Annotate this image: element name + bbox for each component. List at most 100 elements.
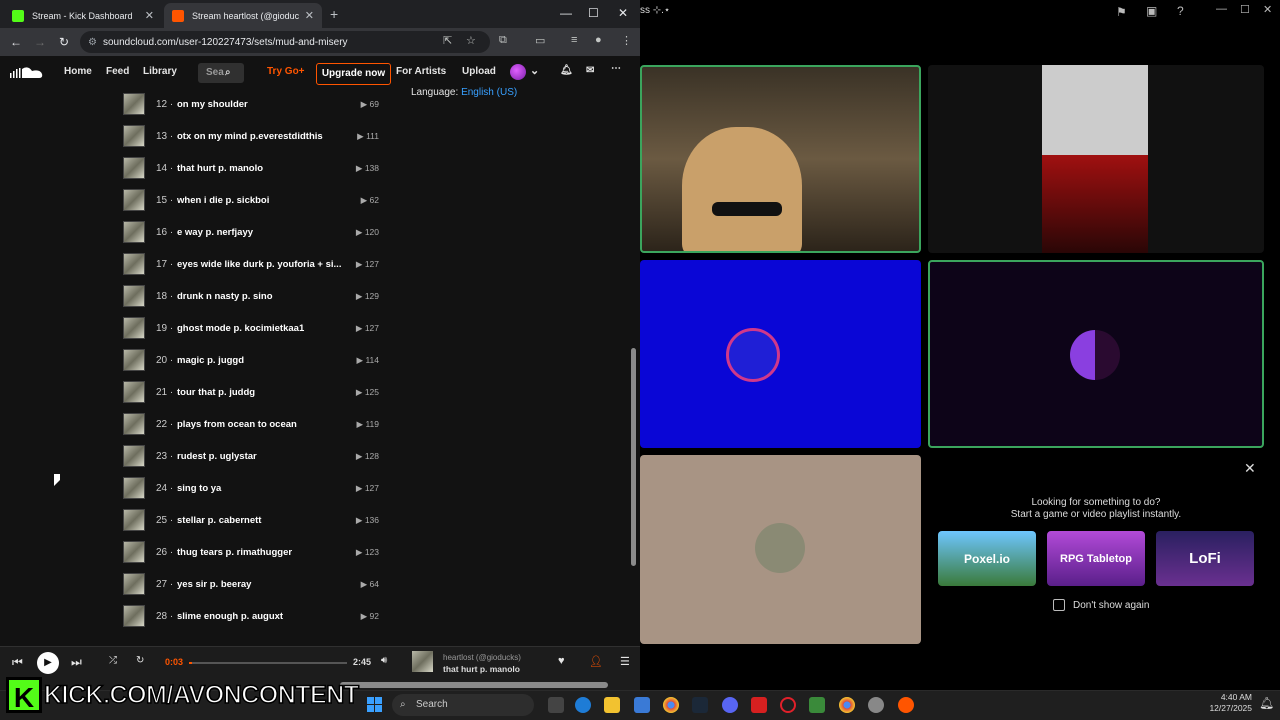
close-window-icon[interactable]: ✕ [618,6,628,20]
track-artwork[interactable] [123,285,145,307]
steam-icon[interactable] [692,697,708,713]
close-icon[interactable]: ✕ [305,9,314,22]
video-tile-avatar-purple[interactable] [928,260,1264,448]
back-icon[interactable]: ← [4,35,28,49]
chrome-icon[interactable] [663,697,679,713]
chrome-icon[interactable] [839,697,855,713]
video-tile-screen[interactable] [928,65,1264,253]
cast-icon[interactable]: ▭ [535,34,545,47]
tab-kick-dashboard[interactable]: Stream - Kick Dashboard ✕ [4,3,162,28]
taskbar-search[interactable]: ⌕ Search [392,694,534,716]
nav-home[interactable]: Home [64,66,92,77]
track-title[interactable]: drunk n nasty p. sino [177,291,273,302]
media-control-icon[interactable]: ≡ [571,34,577,46]
track-artwork[interactable] [123,605,145,627]
track-artwork[interactable] [123,541,145,563]
more-icon[interactable]: ⋯ [611,63,621,74]
track-artwork[interactable] [123,477,145,499]
track-row[interactable]: 26 · thug tears p. rimathugger ▶ 123 [122,539,387,571]
close-icon[interactable]: ✕ [145,9,154,22]
track-title[interactable]: tour that p. juddg [177,387,255,398]
notification-bell-icon[interactable]: 🔔︎ [1259,696,1274,710]
video-tile-avatar-blue[interactable] [640,260,921,448]
minimize-icon[interactable]: — [1216,3,1227,15]
video-tile-avatar-beige[interactable] [640,455,921,644]
activity-card-poxel[interactable]: Poxel.io [938,531,1036,586]
track-row[interactable]: 19 · ghost mode p. kocimietkaa1 ▶ 127 [122,315,387,347]
track-title[interactable]: eyes wide like durk p. youforia + si... [177,259,341,270]
track-artwork[interactable] [123,381,145,403]
track-row[interactable]: 16 · e way p. nerfjayy ▶ 120 [122,219,387,251]
site-info-icon[interactable]: ⚙ [88,37,97,48]
shuffle-icon[interactable]: ⤮ [109,655,117,666]
track-row[interactable]: 18 · drunk n nasty p. sino ▶ 129 [122,283,387,315]
app-icon[interactable] [751,697,767,713]
track-title[interactable]: yes sir p. beeray [177,579,251,590]
forward-icon[interactable]: → [28,35,52,49]
opera-icon[interactable] [780,697,796,713]
track-artwork[interactable] [123,413,145,435]
track-artwork[interactable] [123,125,145,147]
follow-icon[interactable]: 👤︎ [589,655,603,668]
previous-icon[interactable]: ⏮ [12,655,23,670]
language-link[interactable]: English (US) [461,87,517,98]
track-artwork[interactable] [123,317,145,339]
app-icon[interactable] [868,697,884,713]
minimize-icon[interactable]: — [560,6,572,20]
mail-icon[interactable]: ✉ [586,65,594,76]
track-row[interactable]: 23 · rudest p. uglystar ▶ 128 [122,443,387,475]
windows-start-icon[interactable] [367,697,383,713]
install-icon[interactable]: ⇱ [443,34,452,47]
track-artwork[interactable] [123,157,145,179]
task-view-icon[interactable] [548,697,564,713]
video-tile-webcam[interactable] [640,65,921,253]
track-row[interactable]: 17 · eyes wide like durk p. youforia + si… [122,251,387,283]
chevron-down-icon[interactable]: ⌄ [530,64,539,77]
soundcloud-logo-icon[interactable] [10,66,44,80]
now-playing-track[interactable]: that hurt p. manolo [443,664,520,674]
track-title[interactable]: stellar p. cabernett [177,515,261,526]
track-row[interactable]: 15 · when i die p. sickboi ▶ 62 [122,187,387,219]
close-icon[interactable]: ✕ [1244,460,1256,477]
track-artwork[interactable] [123,349,145,371]
track-artwork[interactable] [123,509,145,531]
track-title[interactable]: magic p. juggd [177,355,244,366]
store-icon[interactable] [634,697,650,713]
maximize-icon[interactable]: ☐ [588,6,599,20]
track-title[interactable]: on my shoulder [177,99,248,110]
search-input[interactable]: Sea ⌕ [198,63,244,83]
discord-icon[interactable] [722,697,738,713]
queue-icon[interactable]: ☰ [620,655,630,668]
soundcloud-icon[interactable] [898,697,914,713]
repeat-icon[interactable]: ↻ [136,655,144,666]
track-title[interactable]: that hurt p. manolo [177,163,263,174]
bell-icon[interactable]: 🔔︎ [560,65,573,76]
track-artwork[interactable] [123,253,145,275]
volume-icon[interactable]: 🔊︎ [381,655,387,666]
upload-link[interactable]: Upload [462,66,496,77]
nav-library[interactable]: Library [143,66,177,77]
now-playing-artist[interactable]: heartlost (@gioducks) [443,653,521,662]
try-go-link[interactable]: Try Go+ [267,66,305,77]
track-row[interactable]: 27 · yes sir p. beeray ▶ 64 [122,571,387,603]
new-tab-icon[interactable]: + [330,6,338,22]
window-icon[interactable]: ▣ [1146,4,1157,18]
track-artwork[interactable] [123,221,145,243]
track-row[interactable]: 20 · magic p. juggd ▶ 114 [122,347,387,379]
avatar[interactable] [510,64,526,80]
bookmark-star-icon[interactable]: ☆ [466,34,476,47]
checkbox[interactable] [1053,599,1065,611]
tab-soundcloud[interactable]: Stream heartlost (@gioducks) | ✕ [164,3,322,28]
track-title[interactable]: otx on my mind p.everestdidthis [177,131,323,142]
track-row[interactable]: 13 · otx on my mind p.everestdidthis ▶ 111 [122,123,387,155]
edge-icon[interactable] [575,697,591,713]
scrollbar-thumb[interactable] [631,348,636,566]
track-title[interactable]: sing to ya [177,483,221,494]
activity-card-rpg[interactable]: RPG Tabletop [1047,531,1145,586]
track-row[interactable]: 14 · that hurt p. manolo ▶ 138 [122,155,387,187]
track-artwork[interactable] [123,445,145,467]
system-clock[interactable]: 4:40 AM 12/27/2025 [1200,692,1252,714]
play-button[interactable]: ▶ [37,652,59,674]
progress-bar[interactable] [189,662,347,664]
track-title[interactable]: ghost mode p. kocimietkaa1 [177,323,304,334]
